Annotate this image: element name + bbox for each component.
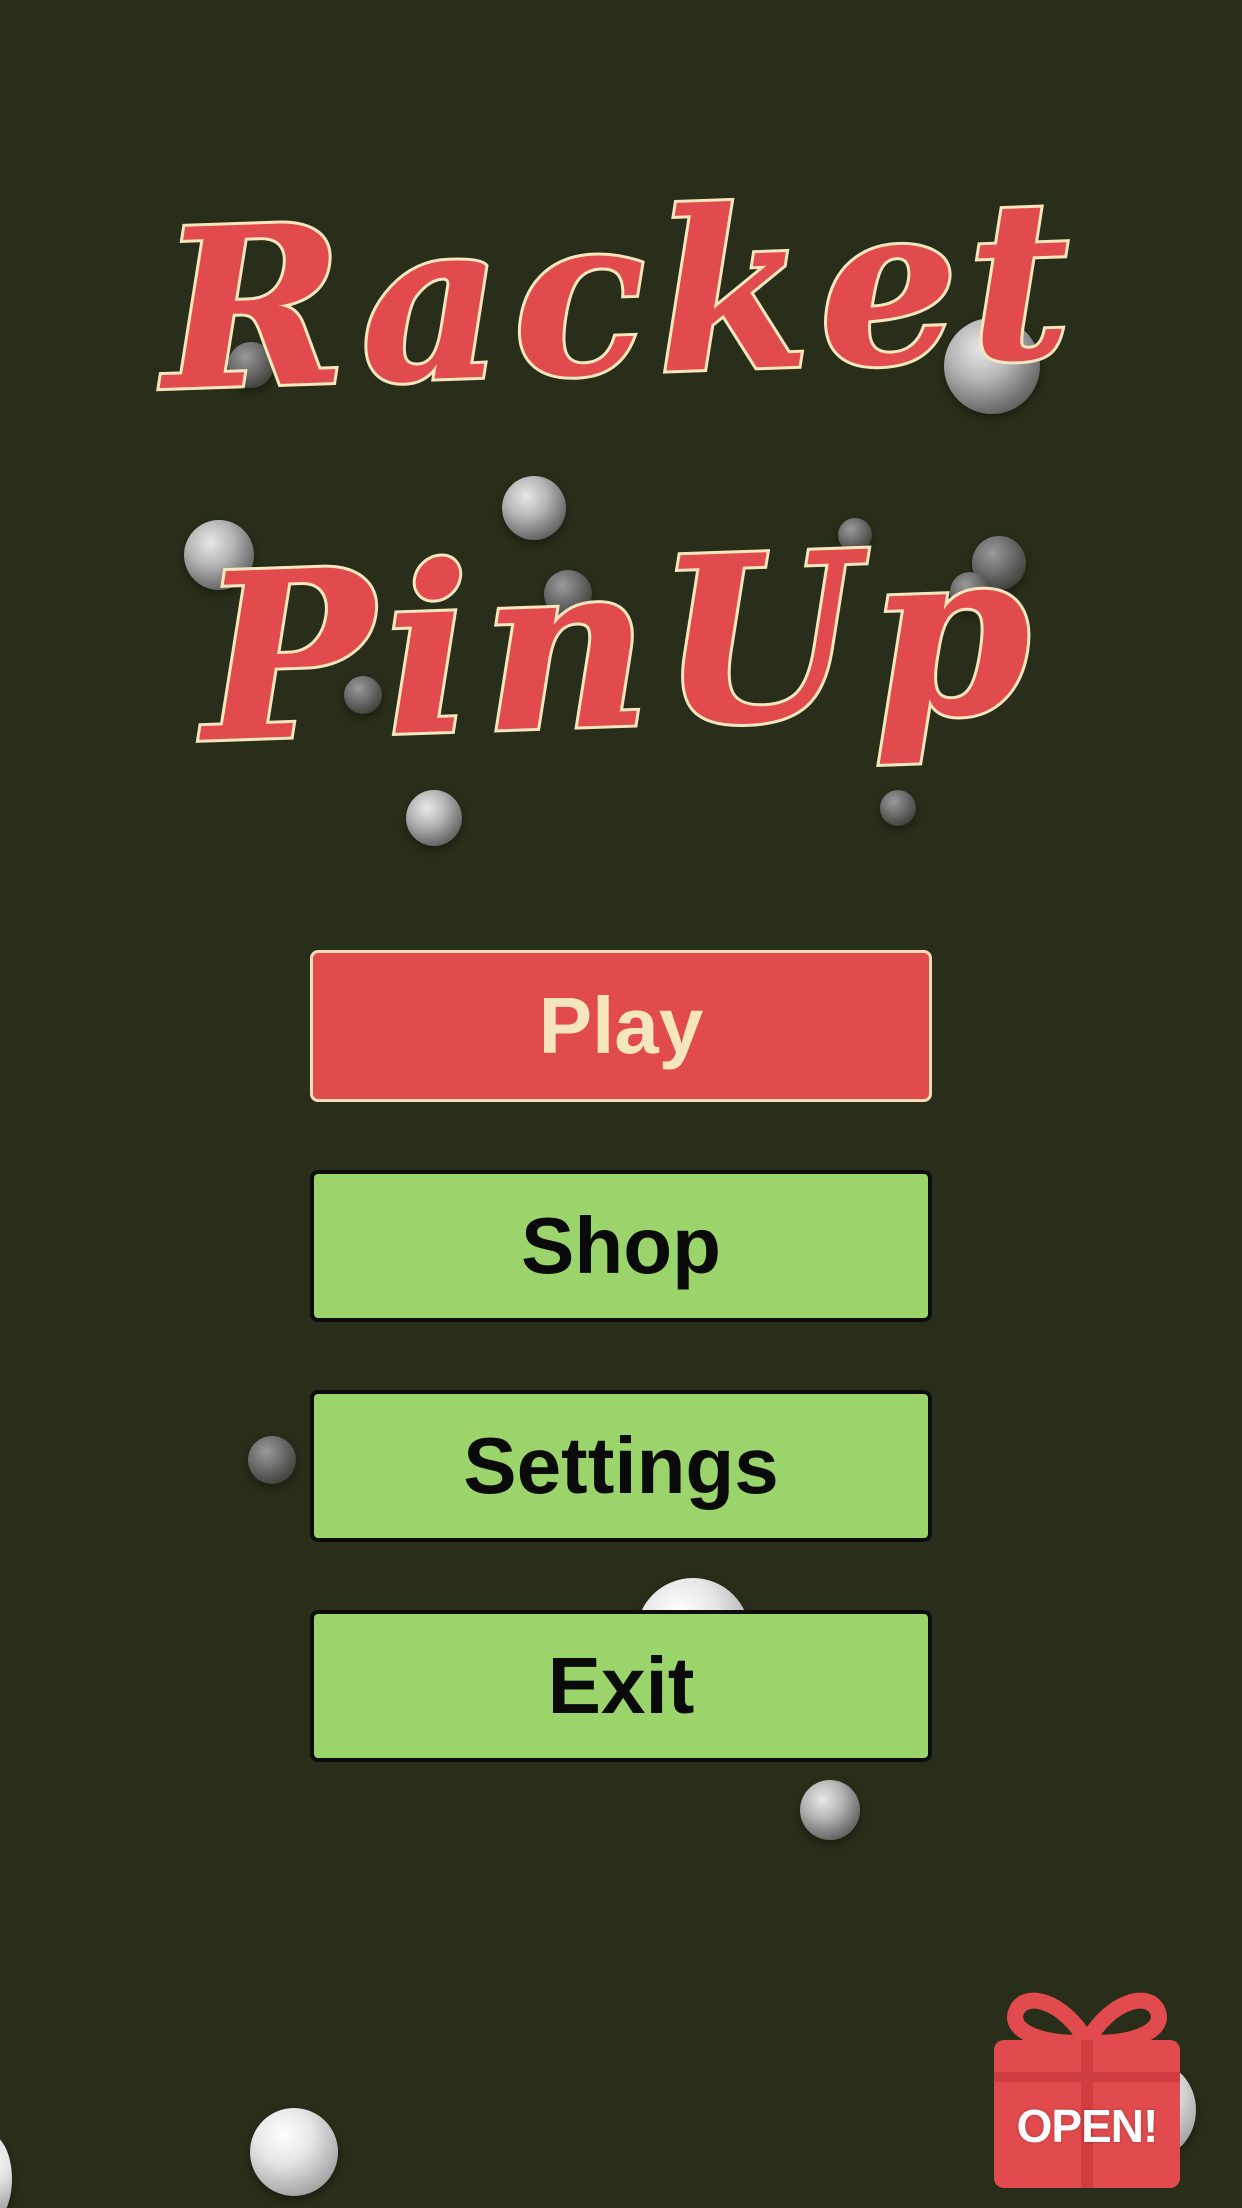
ball-decoration [880,790,916,826]
settings-button[interactable]: Settings [310,1390,932,1542]
main-menu-screen: Racket PinUp Play Shop Settings Exit OPE… [0,0,1242,2208]
ball-decoration [0,2134,12,2208]
exit-button[interactable]: Exit [310,1610,932,1762]
gift-open-label: OPEN! [1016,2100,1159,2152]
ball-decoration [248,1436,296,1484]
shop-button[interactable]: Shop [310,1170,932,1322]
ball-decoration [250,2108,338,2196]
ball-decoration [800,1780,860,1840]
game-title-line-1: Racket [155,146,1088,443]
ball-decoration [406,790,462,846]
gift-open-button[interactable]: OPEN! [994,1980,1180,2188]
gift-icon [994,1992,1180,2188]
game-title-line-2: PinUp [194,492,1048,797]
play-button[interactable]: Play [310,950,932,1102]
